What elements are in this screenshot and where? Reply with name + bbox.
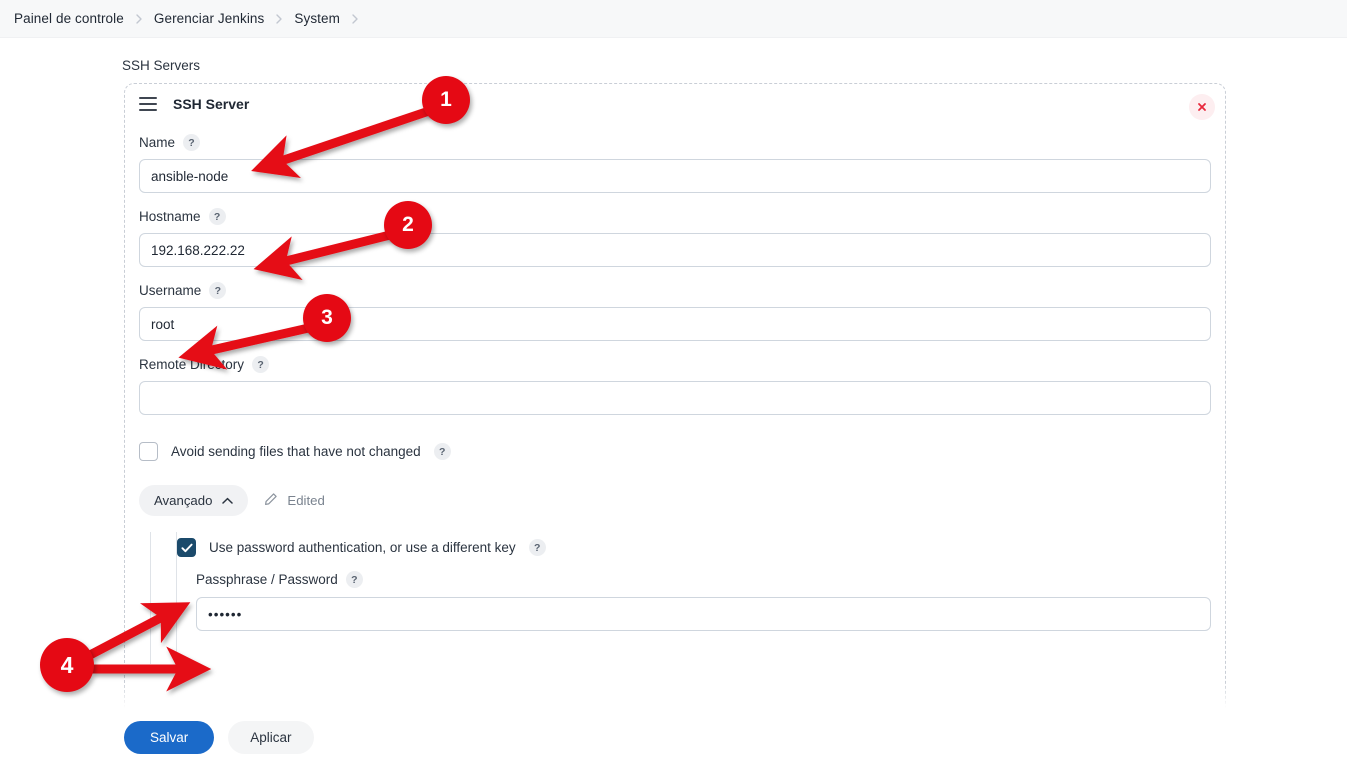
- password-auth-checkbox[interactable]: [177, 538, 196, 557]
- help-icon[interactable]: ?: [208, 208, 226, 225]
- advanced-toggle-label: Avançado: [154, 493, 213, 508]
- field-passphrase-label-row: Passphrase / Password ?: [196, 571, 1213, 588]
- field-remote-directory-label-row: Remote Directory ?: [139, 356, 1213, 373]
- save-button[interactable]: Salvar: [124, 721, 215, 754]
- field-name-label-row: Name ?: [139, 134, 1213, 151]
- chevron-right-icon: [350, 13, 360, 24]
- screen-root: Painel de controle Gerenciar Jenkins Sys…: [0, 0, 1347, 767]
- ssh-server-form: Name ? Hostname ? Username ?: [139, 134, 1213, 664]
- field-name-label: Name: [139, 135, 176, 150]
- username-input[interactable]: [139, 307, 1211, 341]
- breadcrumb-item-dashboard[interactable]: Painel de controle: [14, 11, 124, 26]
- field-passphrase-label: Passphrase / Password: [196, 572, 338, 587]
- advanced-section: Use password authentication, or use a di…: [139, 532, 1213, 664]
- field-hostname-label-row: Hostname ?: [139, 208, 1213, 225]
- page-title: SSH Servers: [122, 58, 201, 73]
- password-auth-label: Use password authentication, or use a di…: [209, 540, 516, 555]
- breadcrumb-item-system[interactable]: System: [294, 11, 340, 26]
- field-username-label: Username: [139, 283, 202, 298]
- advanced-guide-line: [176, 532, 177, 664]
- field-hostname-label: Hostname: [139, 209, 201, 224]
- chevron-up-icon: [222, 493, 234, 508]
- help-icon[interactable]: ?: [528, 539, 546, 556]
- password-auth-row: Use password authentication, or use a di…: [177, 538, 1213, 557]
- help-icon[interactable]: ?: [252, 356, 270, 373]
- ssh-server-card-header: SSH Server: [139, 96, 249, 112]
- advanced-toggle-button[interactable]: Avançado: [139, 485, 249, 516]
- form-footer: Salvar Aplicar: [0, 708, 1347, 767]
- drag-handle-icon[interactable]: [139, 97, 157, 111]
- help-icon[interactable]: ?: [345, 571, 363, 588]
- help-icon[interactable]: ?: [183, 134, 201, 151]
- ssh-server-card: SSH Server Name ? Hostname ?: [124, 83, 1226, 753]
- name-input[interactable]: [139, 159, 1211, 193]
- advanced-guide-line: [150, 532, 151, 664]
- remote-directory-input[interactable]: [139, 381, 1211, 415]
- avoid-sending-files-checkbox[interactable]: [139, 442, 158, 461]
- help-icon[interactable]: ?: [209, 282, 227, 299]
- avoid-sending-files-label: Avoid sending files that have not change…: [171, 444, 421, 459]
- ssh-server-card-title: SSH Server: [173, 96, 250, 112]
- field-passphrase: Passphrase / Password ?: [177, 571, 1213, 631]
- edited-indicator: Edited: [264, 492, 325, 509]
- advanced-row: Avançado Edited: [139, 485, 1213, 516]
- field-remote-directory: Remote Directory ?: [139, 356, 1213, 415]
- close-icon[interactable]: [1189, 94, 1215, 120]
- pencil-icon: [264, 492, 278, 509]
- field-name: Name ?: [139, 134, 1213, 193]
- chevron-right-icon: [134, 13, 144, 24]
- bottom-fade: [0, 682, 1347, 708]
- chevron-right-icon: [274, 13, 284, 24]
- apply-button[interactable]: Aplicar: [228, 721, 314, 754]
- help-icon[interactable]: ?: [433, 443, 451, 460]
- field-username: Username ?: [139, 282, 1213, 341]
- passphrase-input[interactable]: [196, 597, 1211, 631]
- edited-label: Edited: [287, 493, 325, 508]
- breadcrumb: Painel de controle Gerenciar Jenkins Sys…: [0, 0, 1347, 38]
- hostname-input[interactable]: [139, 233, 1211, 267]
- field-hostname: Hostname ?: [139, 208, 1213, 267]
- avoid-sending-files-row: Avoid sending files that have not change…: [139, 442, 1213, 461]
- breadcrumb-item-manage-jenkins[interactable]: Gerenciar Jenkins: [154, 11, 265, 26]
- field-username-label-row: Username ?: [139, 282, 1213, 299]
- page-content: SSH Servers SSH Server Name ? ansible-no…: [0, 38, 1347, 767]
- field-remote-directory-label: Remote Directory: [139, 357, 245, 372]
